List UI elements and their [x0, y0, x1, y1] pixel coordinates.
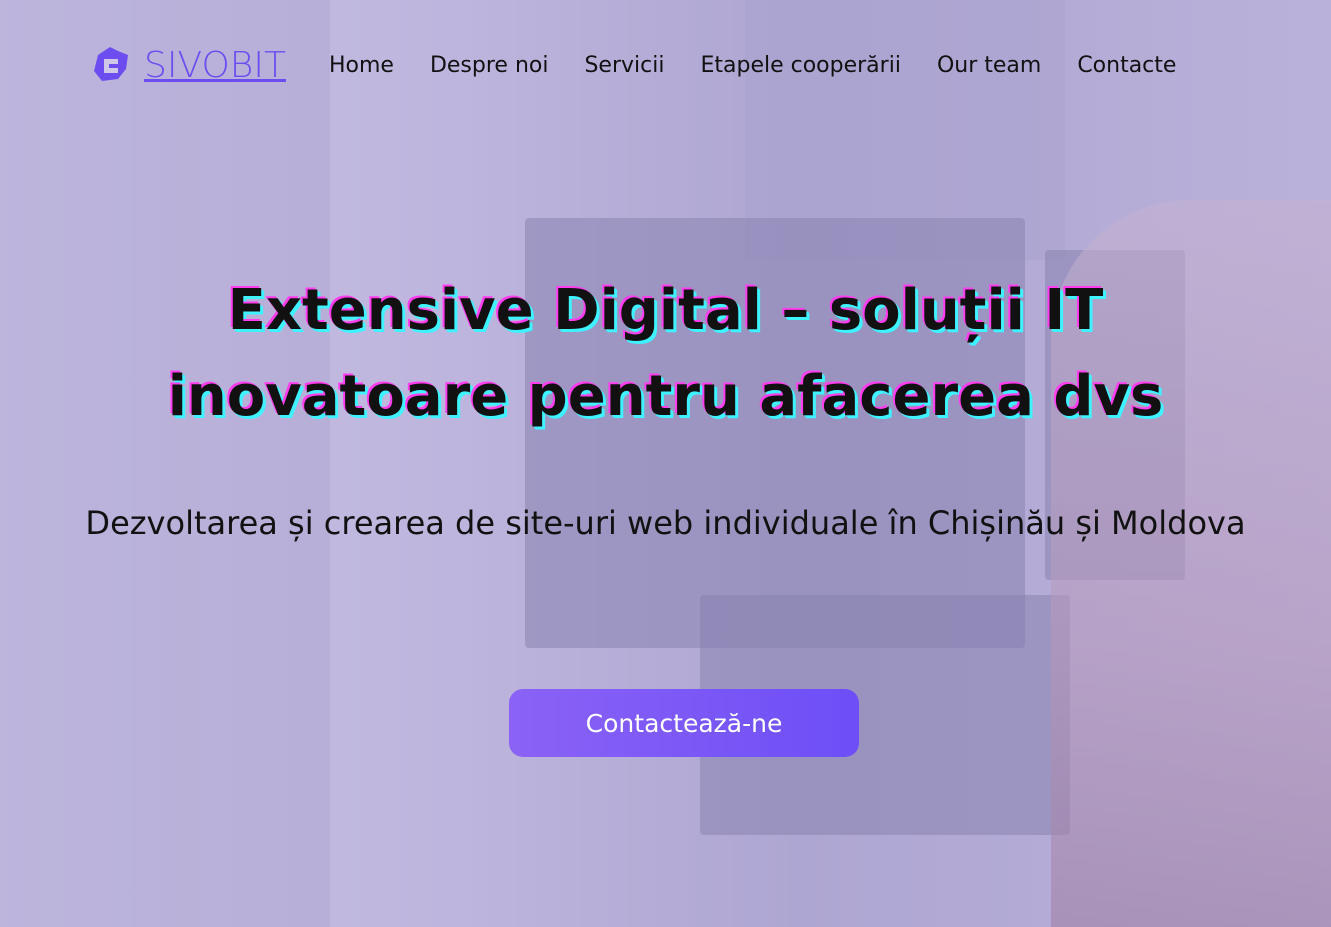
- hero-background: [0, 0, 1331, 927]
- main-nav: Home Despre noi Servicii Etapele cooperă…: [329, 53, 1176, 78]
- hero-title-line1: Extensive Digital – soluții IT: [227, 278, 1104, 343]
- nav-etapele[interactable]: Etapele cooperării: [700, 53, 900, 78]
- hero-title-line2: inovatoare pentru afacerea dvs: [167, 364, 1164, 429]
- purple-overlay: [0, 0, 1331, 927]
- logo-link[interactable]: SIVOBIT: [88, 41, 286, 89]
- nav-despre-noi[interactable]: Despre noi: [430, 53, 549, 78]
- contact-button[interactable]: Contactează-ne: [509, 689, 859, 757]
- site-header: SIVOBIT Home Despre noi Servicii Etapele…: [88, 38, 1176, 92]
- logo-icon: [94, 47, 128, 81]
- nav-our-team[interactable]: Our team: [937, 53, 1041, 78]
- nav-servicii[interactable]: Servicii: [584, 53, 664, 78]
- hero-subtitle: Dezvoltarea și crearea de site-uri web i…: [85, 504, 1246, 542]
- nav-contacte[interactable]: Contacte: [1077, 53, 1176, 78]
- brand-name: SIVOBIT: [144, 44, 286, 86]
- hero-title: Extensive Digital – soluții IT inovatoar…: [0, 268, 1331, 440]
- nav-home[interactable]: Home: [329, 53, 394, 78]
